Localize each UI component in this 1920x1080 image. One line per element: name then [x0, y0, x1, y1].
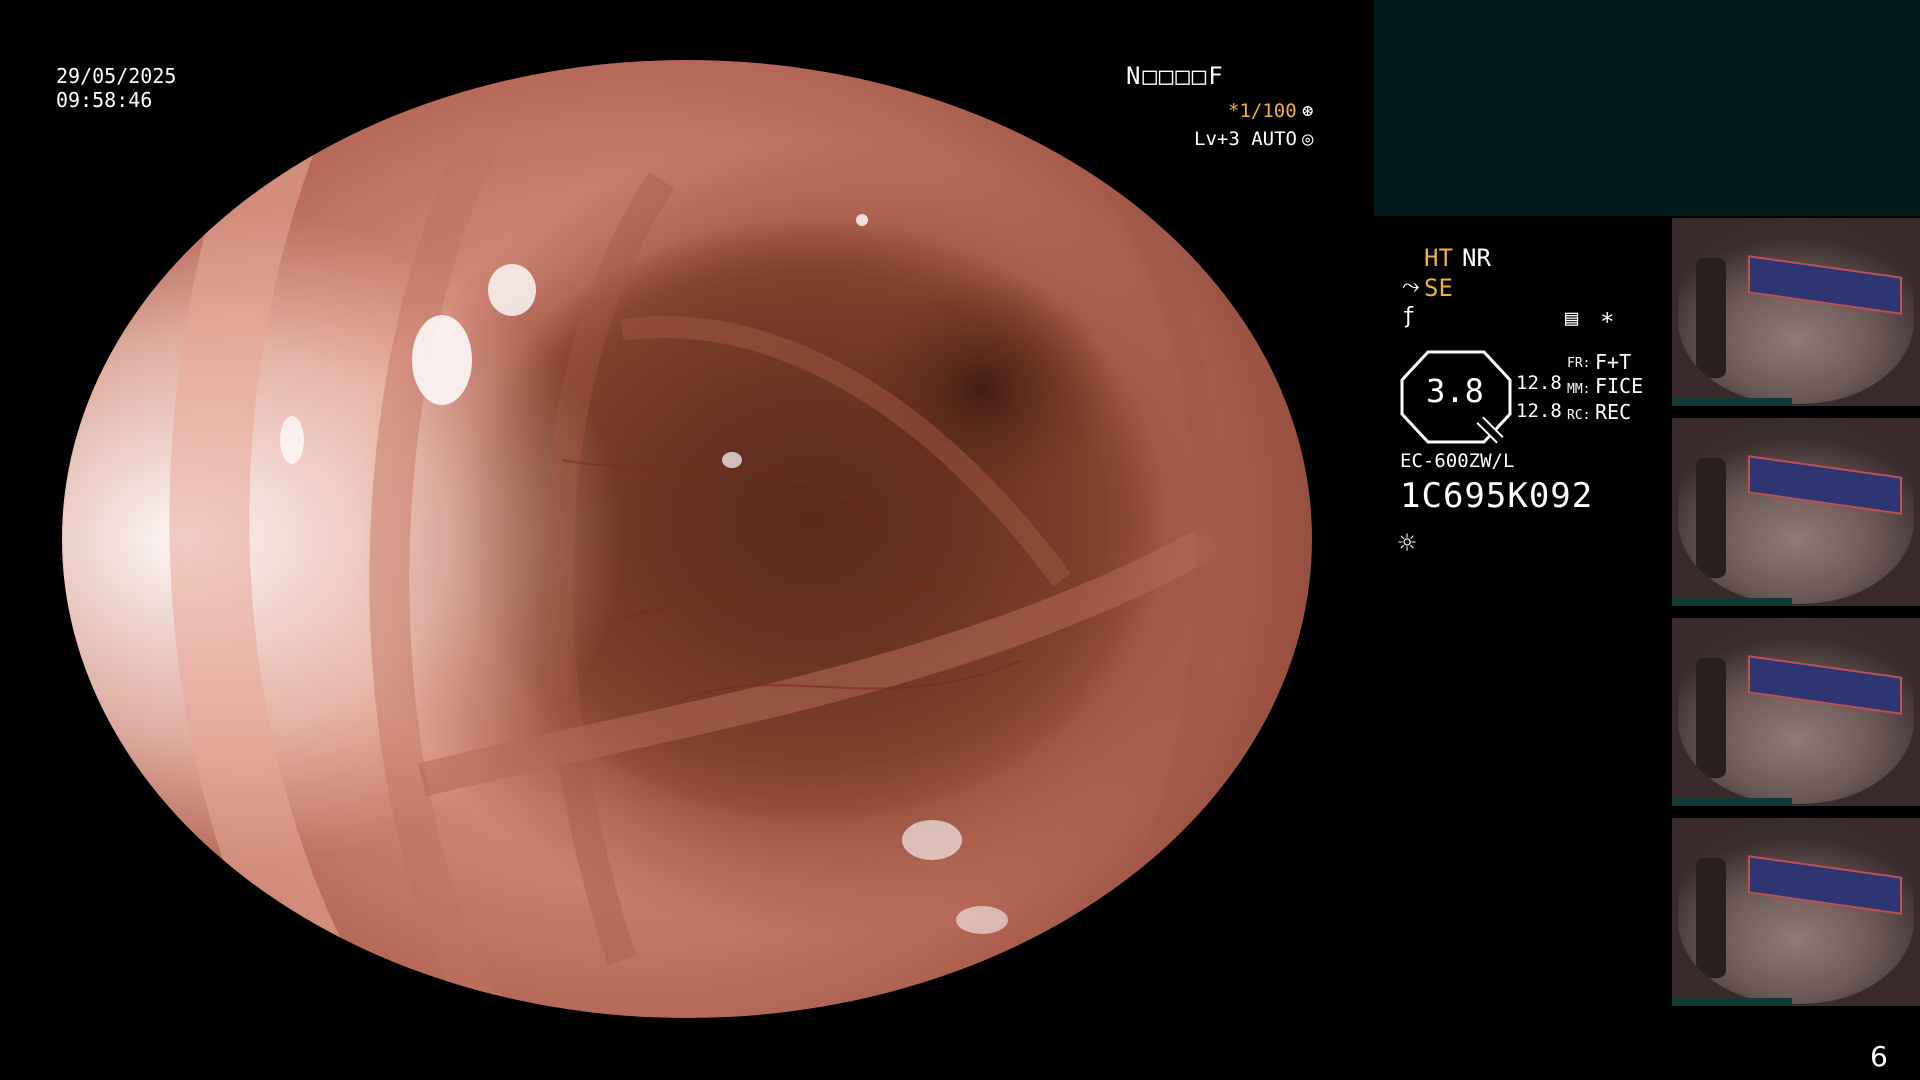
mm-value: FICE [1595, 374, 1644, 398]
level-auto: Lv+3 AUTO [1194, 128, 1297, 150]
rc-label: RC: [1567, 408, 1591, 423]
datetime-display: 29/05/2025 09:58:46 [56, 64, 176, 112]
value-b: 12.8 [1516, 400, 1562, 422]
thumbnail-1[interactable] [1672, 218, 1920, 406]
osd-code: N□□□□F [1126, 62, 1225, 90]
rc-value: REC [1595, 400, 1632, 424]
patient-info-panel [1374, 0, 1920, 216]
mm-label: MM: [1567, 382, 1591, 397]
thumbnail-4[interactable] [1672, 818, 1920, 1006]
thumbnail-image [1678, 618, 1914, 804]
se-indicator: SE [1424, 274, 1453, 302]
thumbnail-bar [1672, 598, 1792, 606]
thumbnail-bar [1672, 398, 1792, 406]
page-number: 6 [1870, 1040, 1888, 1073]
thumbnail-image [1678, 818, 1914, 1004]
thumbnail-image [1678, 418, 1914, 604]
scope-serial: 1C695K092 [1400, 476, 1594, 516]
scope-model: EC-600ZW/L [1400, 450, 1515, 472]
structure-enhance-icon: ⤳ [1402, 274, 1420, 299]
zoom-value: 3.8 [1426, 372, 1484, 410]
time-text: 09:58:46 [56, 88, 153, 112]
memo-icon: ▤ [1565, 306, 1579, 331]
thumbnail-3[interactable] [1672, 618, 1920, 806]
thumbnail-image [1678, 218, 1914, 404]
thumbnail-2[interactable] [1672, 418, 1920, 606]
function-icon: ƒ [1402, 304, 1416, 329]
shutter-speed: *1/100 [1228, 100, 1297, 122]
fr-label: FR: [1567, 356, 1591, 371]
light-icon: ☼ [1398, 526, 1417, 561]
fr-value: F+T [1595, 350, 1632, 374]
value-a: 12.8 [1516, 372, 1562, 394]
star-icon: * [1600, 308, 1615, 336]
thumbnail-bar [1672, 798, 1792, 806]
thumbnail-bar [1672, 998, 1792, 1006]
nr-indicator: NR [1462, 244, 1491, 272]
endoscope-image [62, 60, 1312, 1018]
auto-iris-icon: ◎ [1302, 128, 1314, 150]
date-text: 29/05/2025 [56, 64, 177, 88]
ht-indicator: HT [1424, 244, 1453, 272]
aperture-icon: ⊛ [1302, 100, 1314, 122]
mucosa-illustration [62, 60, 1312, 1018]
